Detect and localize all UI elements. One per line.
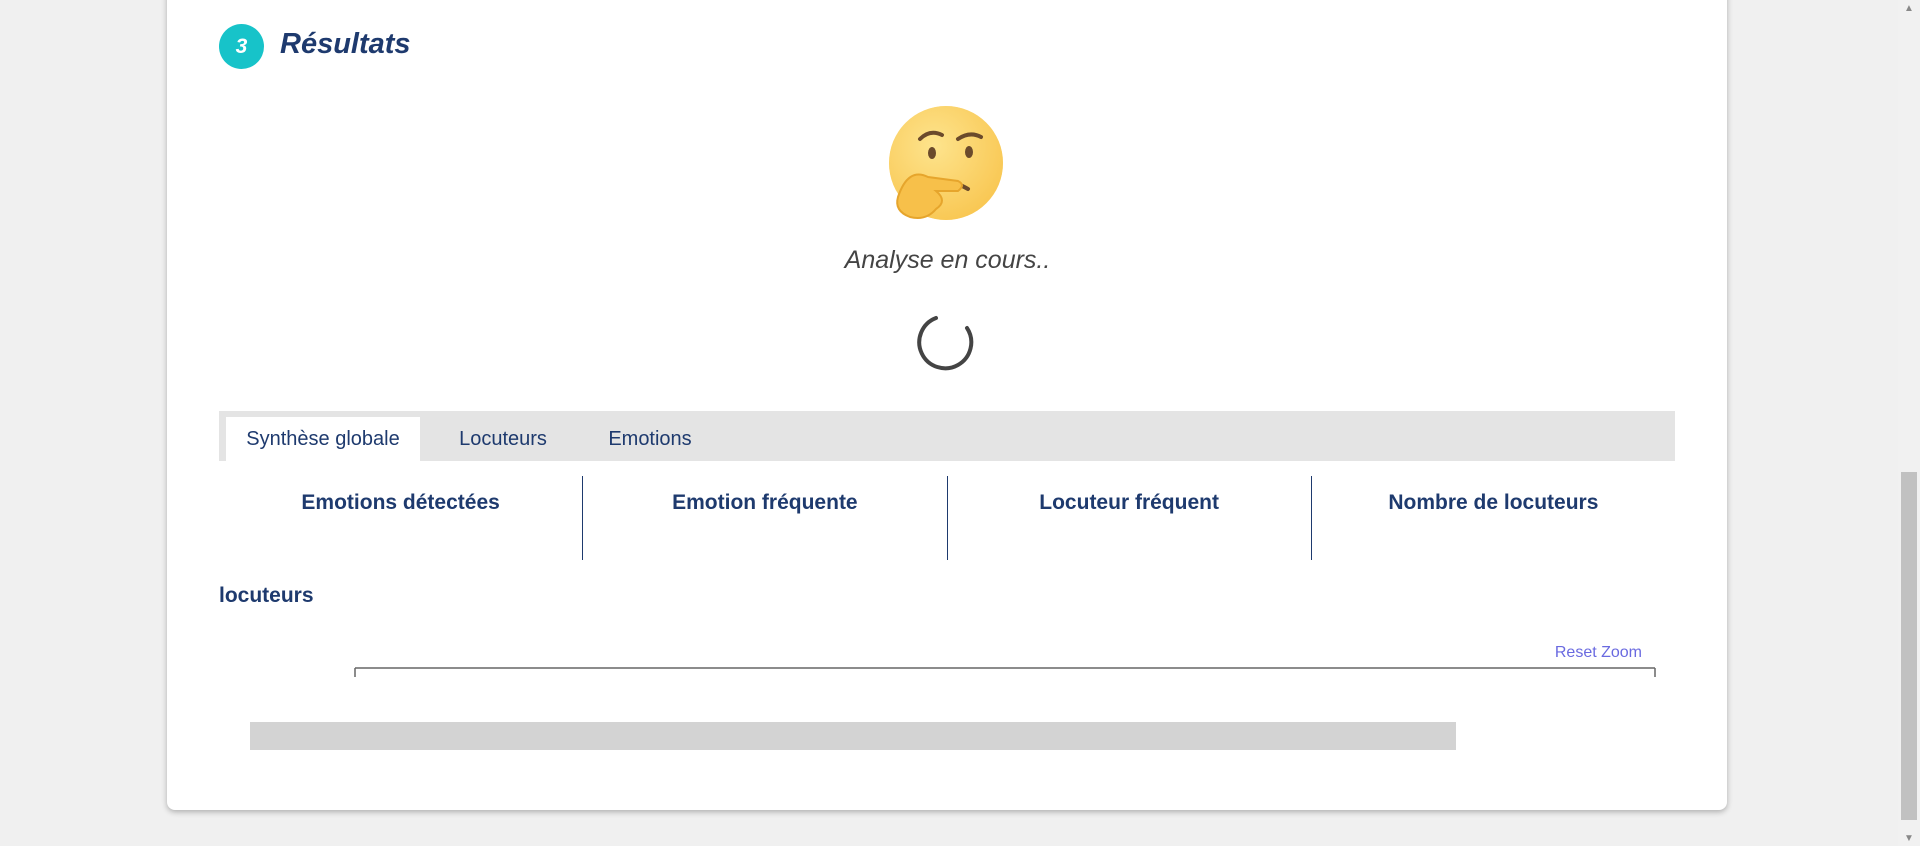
- thinking-face-icon: [889, 106, 1003, 220]
- analysis-status-text: Analyse en cours..: [844, 246, 1051, 274]
- section-title: Résultats: [280, 28, 411, 60]
- scroll-down-arrow-icon[interactable]: ▼: [1898, 830, 1920, 846]
- scrollbar-thumb[interactable]: [1901, 472, 1917, 820]
- tab-label: Locuteurs: [459, 427, 547, 450]
- stat-emotion-frequente: Emotion fréquente: [582, 476, 946, 560]
- tab-label: Synthèse globale: [246, 427, 400, 450]
- tab-locuteurs[interactable]: Locuteurs: [435, 417, 571, 461]
- tab-synthese-globale[interactable]: Synthèse globale: [226, 417, 420, 461]
- tab-label: Emotions: [608, 427, 692, 450]
- scroll-up-arrow-icon[interactable]: ▲: [1898, 0, 1920, 16]
- tab-emotions[interactable]: Emotions: [587, 417, 713, 461]
- stat-nombre-de-locuteurs: Nombre de locuteurs: [1310, 476, 1675, 560]
- stat-locuteur-frequent: Locuteur fréquent: [946, 476, 1311, 560]
- speakers-timeline-chart[interactable]: [240, 660, 1660, 760]
- speakers-chart-heading: locuteurs: [219, 584, 314, 607]
- stat-emotions-detectees: Emotions détectées: [301, 491, 500, 514]
- loading-spinner: [917, 316, 974, 371]
- summary-stats: Emotions détectées Emotion fréquente Loc…: [219, 476, 1675, 560]
- page-scrollbar[interactable]: ▲ ▼: [1898, 0, 1920, 846]
- step-number: 3: [235, 34, 248, 58]
- timeline-placeholder-bar: [250, 722, 1456, 750]
- step-number-badge: 3: [219, 24, 264, 69]
- results-tab-bar: Synthèse globale Locuteurs Emotions: [219, 411, 1675, 461]
